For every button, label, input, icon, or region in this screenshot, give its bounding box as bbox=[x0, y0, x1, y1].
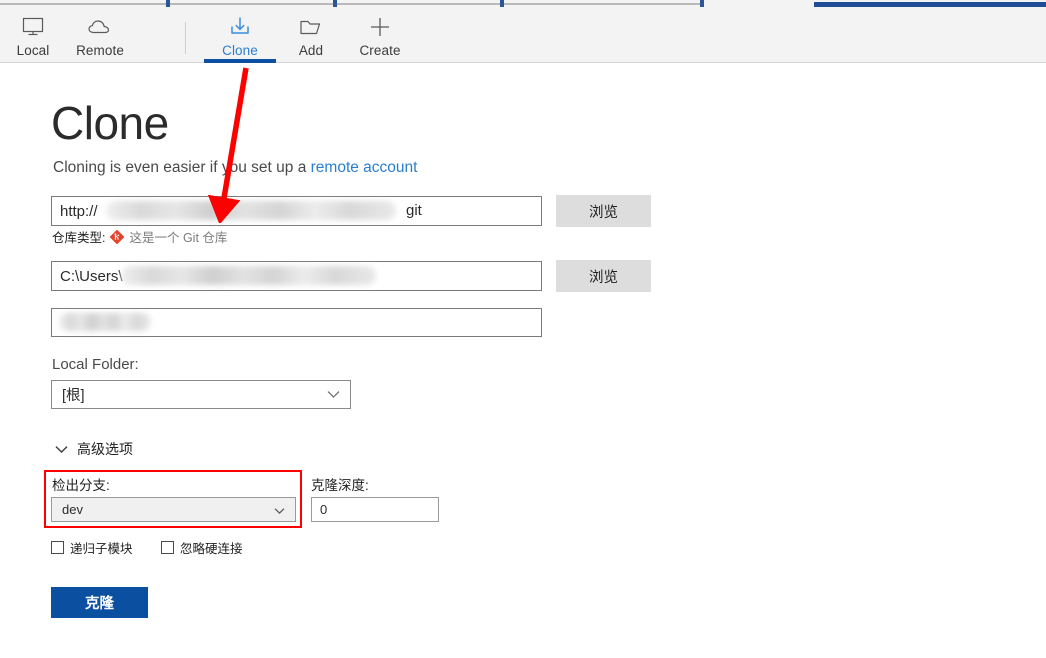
toolbar-item-remote[interactable]: Remote bbox=[69, 11, 131, 62]
browse-url-button[interactable]: 浏览 bbox=[556, 195, 651, 227]
url-field-wrapper: git bbox=[51, 196, 542, 226]
toolbar-divider bbox=[185, 22, 186, 54]
git-diamond-icon bbox=[110, 229, 125, 244]
toolbar-item-add[interactable]: Add bbox=[280, 11, 342, 62]
clone-depth-label: 克隆深度: bbox=[311, 478, 369, 493]
monitor-icon bbox=[21, 14, 45, 40]
toolbar-item-label: Remote bbox=[76, 43, 124, 58]
toolbar-item-label: Add bbox=[298, 43, 324, 58]
folder-icon bbox=[298, 14, 324, 40]
repository-url-input[interactable] bbox=[51, 196, 542, 226]
path-field-wrapper bbox=[51, 261, 542, 291]
checkout-branch-value: dev bbox=[62, 502, 83, 517]
toolbar-item-label: Clone bbox=[222, 43, 258, 58]
tabstrip-segment[interactable] bbox=[337, 3, 501, 5]
browse-path-button[interactable]: 浏览 bbox=[556, 260, 651, 292]
repository-type-label: 仓库类型: bbox=[52, 231, 106, 245]
chevron-down-icon bbox=[274, 502, 285, 517]
tabstrip-segment[interactable] bbox=[504, 3, 704, 5]
tabstrip-tick bbox=[700, 0, 704, 7]
url-suffix: git bbox=[406, 202, 422, 219]
toolbar-item-create[interactable]: Create bbox=[349, 11, 411, 62]
clone-depth-input[interactable] bbox=[311, 497, 439, 522]
tabstrip-active-tab[interactable] bbox=[814, 2, 1046, 7]
checkout-branch-label: 检出分支: bbox=[52, 478, 110, 493]
tabstrip-segment[interactable] bbox=[0, 3, 168, 5]
ignore-hardlinks-checkbox-row[interactable]: 忽略硬连接 bbox=[161, 538, 243, 557]
toolbar-active-underline bbox=[204, 59, 276, 63]
chevron-down-icon bbox=[327, 387, 340, 403]
clone-download-icon bbox=[228, 14, 252, 40]
main-toolbar: Local Remote Clone Add Create bbox=[0, 8, 1046, 63]
repository-name-input[interactable] bbox=[51, 308, 542, 337]
destination-path-input[interactable] bbox=[51, 261, 542, 291]
remote-account-link[interactable]: remote account bbox=[311, 159, 418, 176]
local-folder-select[interactable]: [根] bbox=[51, 380, 351, 409]
local-folder-value: [根] bbox=[62, 388, 85, 404]
ignore-hardlinks-label: 忽略硬连接 bbox=[180, 542, 243, 556]
repository-type-value: 这是一个 Git 仓库 bbox=[129, 231, 228, 245]
page-title: Clone bbox=[51, 97, 169, 149]
name-field-wrapper bbox=[51, 308, 542, 337]
cloud-icon bbox=[86, 14, 114, 40]
plus-icon bbox=[369, 14, 391, 40]
page-subtitle-text: Cloning is even easier if you set up a bbox=[53, 159, 311, 176]
advanced-options-toggle[interactable]: 高级选项 bbox=[55, 439, 133, 459]
window-tabstrip bbox=[0, 0, 1046, 8]
chevron-down-icon bbox=[55, 441, 68, 457]
recursive-submodules-checkbox-row[interactable]: 递归子模块 bbox=[51, 538, 133, 557]
toolbar-item-label: Local bbox=[16, 43, 50, 58]
local-folder-label: Local Folder: bbox=[52, 356, 139, 373]
repository-type-row: 仓库类型: 这是一个 Git 仓库 bbox=[52, 227, 227, 246]
toolbar-item-clone[interactable]: Clone bbox=[204, 11, 276, 63]
recursive-submodules-label: 递归子模块 bbox=[70, 542, 133, 556]
checkbox-icon[interactable] bbox=[51, 541, 64, 554]
page-subtitle: Cloning is even easier if you set up a r… bbox=[53, 159, 417, 177]
tabstrip-segment[interactable] bbox=[170, 3, 334, 5]
checkout-branch-select[interactable]: dev bbox=[51, 497, 296, 522]
checkbox-icon[interactable] bbox=[161, 541, 174, 554]
toolbar-item-local[interactable]: Local bbox=[2, 11, 64, 62]
clone-submit-button[interactable]: 克隆 bbox=[51, 587, 148, 618]
toolbar-item-label: Create bbox=[359, 43, 401, 58]
advanced-options-label: 高级选项 bbox=[77, 441, 133, 457]
